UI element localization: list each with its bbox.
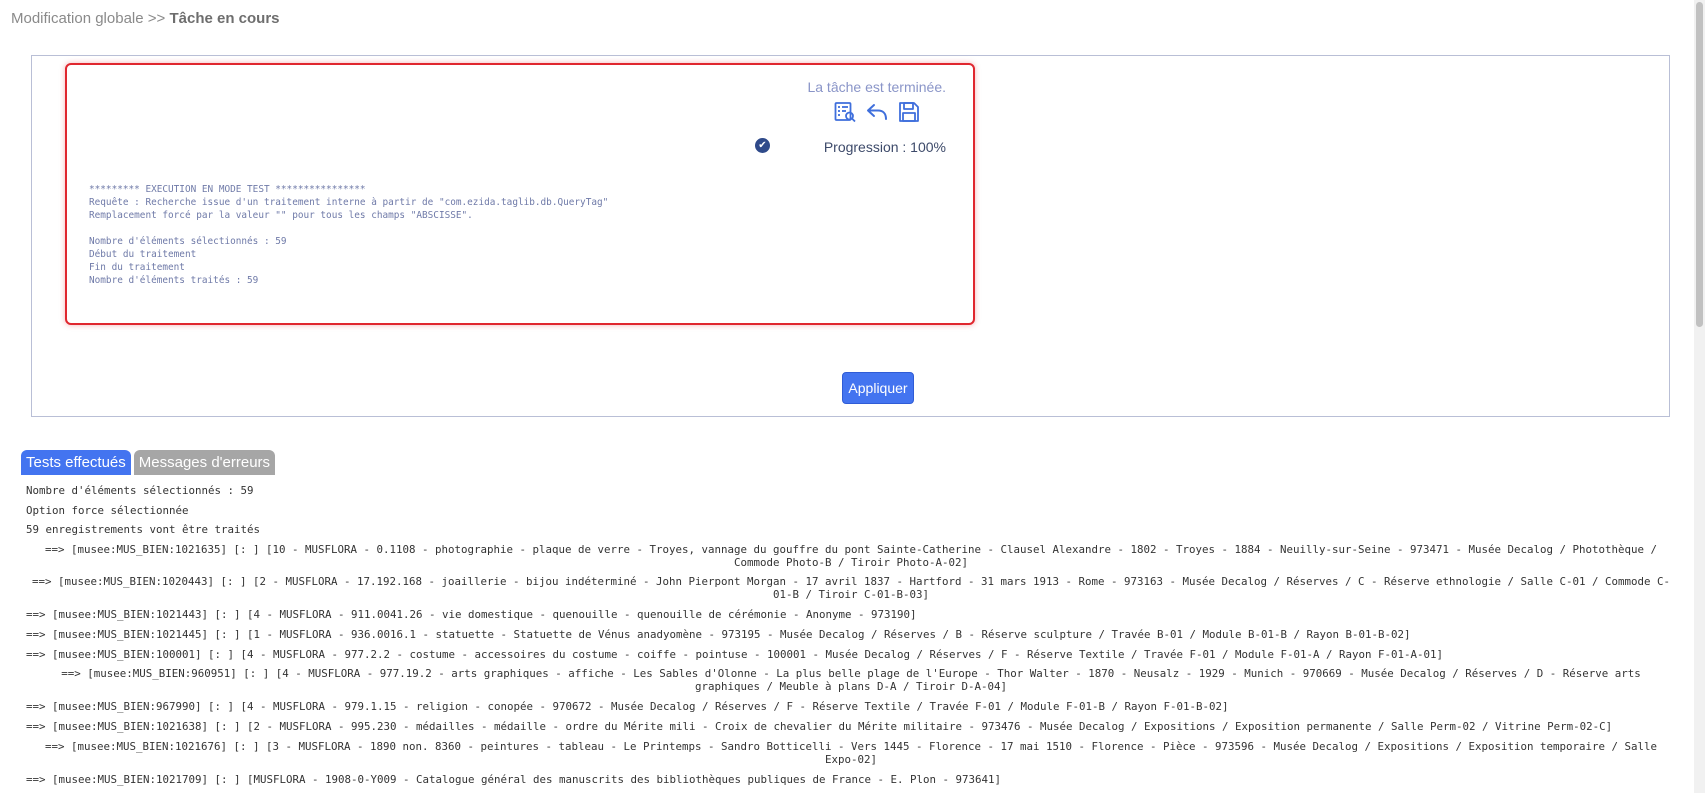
result-entry: ==> [musee:MUS_BIEN:1021709] [: ] [MUSFL…	[26, 772, 1002, 786]
result-entry: ==> [musee:MUS_BIEN:1021443] [: ] [4 - M…	[26, 608, 917, 622]
summary-line: 59 enregistrements vont être traités	[26, 523, 261, 536]
breadcrumb-parent[interactable]: Modification globale	[11, 10, 144, 27]
summary-line: Nombre d'éléments sélectionnés : 59	[26, 484, 254, 497]
tab-messages-erreurs[interactable]: Messages d'erreurs	[133, 450, 276, 475]
tests-results: Nombre d'éléments sélectionnés : 59 Opti…	[26, 484, 1676, 792]
task-status-text: La tâche est terminée.	[807, 79, 946, 95]
result-entry: ==> [musee:MUS_BIEN:1020443] [: ] [2 - M…	[31, 575, 1671, 602]
result-entry: ==> [musee:MUS_BIEN:1021638] [: ] [2 - M…	[26, 720, 1613, 734]
result-entry: ==> [musee:MUS_BIEN:960951] [: ] [4 - MU…	[61, 667, 1641, 694]
report-view-icon[interactable]	[832, 99, 858, 125]
task-action-icons	[832, 99, 922, 125]
log-line: Nombre d'éléments sélectionnés : 59	[89, 236, 287, 247]
task-log: ********* EXECUTION EN MODE TEST *******…	[89, 183, 608, 287]
undo-icon[interactable]	[864, 99, 890, 125]
result-entry: ==> [musee:MUS_BIEN:1021445] [: ] [1 - M…	[26, 627, 1411, 641]
save-icon[interactable]	[896, 99, 922, 125]
task-progress-panel: La tâche est terminée. ✔ Progression: 1…	[65, 63, 975, 325]
log-line: Début du traitement	[89, 249, 197, 260]
log-line: Requête : Recherche issue d'un traitemen…	[89, 197, 609, 208]
result-entry: ==> [musee:MUS_BIEN:1021676] [: ] [3 - M…	[44, 739, 1658, 766]
breadcrumb-current: Tâche en cours	[169, 10, 280, 27]
log-line: ********* EXECUTION EN MODE TEST *******…	[89, 184, 366, 195]
progress-label: Progression : 100%	[823, 139, 946, 155]
summary-line: Option force sélectionnée	[26, 503, 189, 517]
breadcrumb: Modification globale >> Tâche en cours	[11, 10, 280, 27]
result-entry: ==> [musee:MUS_BIEN:1021635] [: ] [10 - …	[44, 542, 1658, 569]
results-tabs: Tests effectués Messages d'erreurs	[21, 450, 276, 475]
scrollbar-thumb[interactable]	[1696, 2, 1703, 327]
result-entry: ==> [musee:MUS_BIEN:100001] [: ] [4 - MU…	[26, 647, 1444, 661]
log-line: Fin du traitement	[89, 262, 185, 273]
tab-tests-effectues[interactable]: Tests effectués	[21, 450, 131, 475]
check-circle-icon: ✔	[755, 138, 770, 153]
breadcrumb-separator: >>	[147, 10, 166, 27]
log-line: Nombre d'éléments traités : 59	[89, 275, 259, 286]
page-scrollbar[interactable]	[1694, 0, 1705, 793]
log-line: Remplacement forcé par la valeur "" pour…	[89, 210, 473, 221]
result-entry: ==> [musee:MUS_BIEN:967990] [: ] [4 - MU…	[26, 700, 1229, 714]
apply-button[interactable]: Appliquer	[842, 372, 914, 404]
